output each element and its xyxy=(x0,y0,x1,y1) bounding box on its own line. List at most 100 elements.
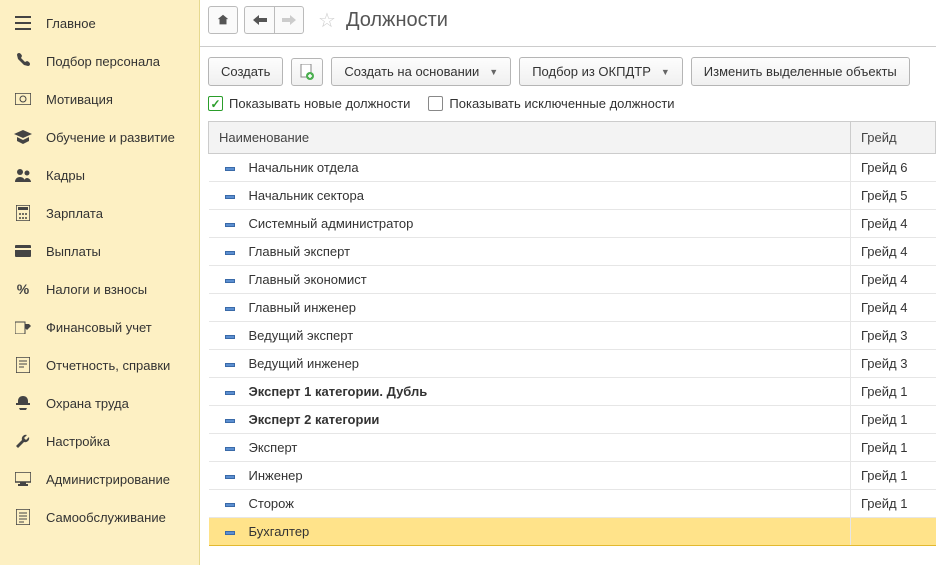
sidebar-item-11[interactable]: Настройка xyxy=(0,422,199,460)
cell-name: Системный администратор xyxy=(209,210,851,238)
table-row[interactable]: Бухгалтер xyxy=(209,518,936,546)
table-row[interactable]: Ведущий эксперт Грейд 3 xyxy=(209,322,936,350)
positions-table-wrap: Наименование Грейд Начальник отдела Грей… xyxy=(208,121,936,565)
sidebar-item-5[interactable]: Зарплата xyxy=(0,194,199,232)
sidebar-item-label: Подбор персонала xyxy=(46,54,185,69)
show-new-checkbox[interactable]: Показывать новые должности xyxy=(208,96,410,111)
sidebar-item-label: Финансовый учет xyxy=(46,320,185,335)
sidebar-item-2[interactable]: Мотивация xyxy=(0,80,199,118)
create-based-button[interactable]: Создать на основании ▼ xyxy=(331,57,511,86)
row-marker-icon xyxy=(225,307,235,311)
cell-grade: Грейд 6 xyxy=(851,154,936,182)
row-marker-icon xyxy=(225,335,235,339)
cell-grade: Грейд 1 xyxy=(851,406,936,434)
pick-button[interactable]: Подбор из ОКПДТР ▼ xyxy=(519,57,683,86)
sidebar-item-10[interactable]: Охрана труда xyxy=(0,384,199,422)
admin-icon xyxy=(14,470,32,488)
change-selected-button[interactable]: Изменить выделенные объекты xyxy=(691,57,910,86)
row-marker-icon xyxy=(225,531,235,535)
sidebar-item-13[interactable]: Самообслуживание xyxy=(0,498,199,536)
main-content: ☆ Должности Создать Создать на основании… xyxy=(200,0,936,565)
sidebar-item-4[interactable]: Кадры xyxy=(0,156,199,194)
sidebar-item-6[interactable]: Выплаты xyxy=(0,232,199,270)
cell-name: Сторож xyxy=(209,490,851,518)
cell-name: Бухгалтер xyxy=(209,518,851,546)
safety-icon xyxy=(14,394,32,412)
table-row[interactable]: Эксперт Грейд 1 xyxy=(209,434,936,462)
show-excluded-checkbox[interactable]: Показывать исключенные должности xyxy=(428,96,674,111)
sidebar-item-9[interactable]: Отчетность, справки xyxy=(0,346,199,384)
table-row[interactable]: Главный инженер Грейд 4 xyxy=(209,294,936,322)
back-button[interactable] xyxy=(244,6,274,34)
cell-name: Начальник сектора xyxy=(209,182,851,210)
row-marker-icon xyxy=(225,195,235,199)
cell-grade xyxy=(851,518,936,546)
create-button[interactable]: Создать xyxy=(208,57,283,86)
finance-icon xyxy=(14,318,32,336)
home-button[interactable] xyxy=(208,6,238,34)
nav-buttons xyxy=(244,6,304,34)
checkbox-label: Показывать новые должности xyxy=(229,96,410,111)
table-row[interactable]: Главный экономист Грейд 4 xyxy=(209,266,936,294)
cell-name: Эксперт 1 категории. Дубль xyxy=(209,378,851,406)
cell-name: Начальник отдела xyxy=(209,154,851,182)
report-icon xyxy=(14,356,32,374)
sidebar-item-0[interactable]: Главное xyxy=(0,4,199,42)
cell-grade: Грейд 3 xyxy=(851,350,936,378)
wallet-icon xyxy=(14,242,32,260)
title-bar: ☆ Должности xyxy=(200,0,936,47)
table-row[interactable]: Начальник отдела Грейд 6 xyxy=(209,154,936,182)
sidebar-item-label: Обучение и развитие xyxy=(46,130,185,145)
sidebar-item-3[interactable]: Обучение и развитие xyxy=(0,118,199,156)
sidebar-item-label: Налоги и взносы xyxy=(46,282,185,297)
wrench-icon xyxy=(14,432,32,450)
cell-name: Ведущий инженер xyxy=(209,350,851,378)
cell-grade: Грейд 1 xyxy=(851,434,936,462)
sidebar-item-8[interactable]: Финансовый учет xyxy=(0,308,199,346)
sidebar-item-label: Кадры xyxy=(46,168,185,183)
row-marker-icon xyxy=(225,223,235,227)
table-row[interactable]: Системный администратор Грейд 4 xyxy=(209,210,936,238)
filter-checkboxes: Показывать новые должности Показывать ис… xyxy=(200,96,936,121)
self-icon xyxy=(14,508,32,526)
cell-name: Главный инженер xyxy=(209,294,851,322)
table-row[interactable]: Ведущий инженер Грейд 3 xyxy=(209,350,936,378)
row-marker-icon xyxy=(225,447,235,451)
cell-name: Инженер xyxy=(209,462,851,490)
column-header-name[interactable]: Наименование xyxy=(209,122,851,154)
row-marker-icon xyxy=(225,503,235,507)
sidebar-item-1[interactable]: Подбор персонала xyxy=(0,42,199,80)
sidebar-item-12[interactable]: Администрирование xyxy=(0,460,199,498)
checkbox-icon xyxy=(428,96,443,111)
cell-name: Эксперт xyxy=(209,434,851,462)
favorite-icon[interactable]: ☆ xyxy=(318,8,336,33)
row-marker-icon xyxy=(225,419,235,423)
cell-grade: Грейд 5 xyxy=(851,182,936,210)
create-copy-button[interactable] xyxy=(291,58,323,86)
cell-name: Главный экономист xyxy=(209,266,851,294)
table-row[interactable]: Инженер Грейд 1 xyxy=(209,462,936,490)
column-header-grade[interactable]: Грейд xyxy=(851,122,936,154)
cell-grade: Грейд 1 xyxy=(851,378,936,406)
sidebar-item-7[interactable]: % Налоги и взносы xyxy=(0,270,199,308)
sidebar-item-label: Администрирование xyxy=(46,472,185,487)
sidebar-item-label: Главное xyxy=(46,16,185,31)
chevron-down-icon: ▼ xyxy=(661,67,670,77)
cell-grade: Грейд 4 xyxy=(851,238,936,266)
row-marker-icon xyxy=(225,167,235,171)
grad-icon xyxy=(14,128,32,146)
document-plus-icon xyxy=(300,64,314,80)
forward-button[interactable] xyxy=(274,6,304,34)
table-row[interactable]: Эксперт 2 категории Грейд 1 xyxy=(209,406,936,434)
row-marker-icon xyxy=(225,363,235,367)
arrow-right-icon xyxy=(282,15,296,25)
table-row[interactable]: Начальник сектора Грейд 5 xyxy=(209,182,936,210)
table-row[interactable]: Сторож Грейд 1 xyxy=(209,490,936,518)
row-marker-icon xyxy=(225,391,235,395)
cell-name: Ведущий эксперт xyxy=(209,322,851,350)
table-row[interactable]: Эксперт 1 категории. Дубль Грейд 1 xyxy=(209,378,936,406)
cell-grade: Грейд 1 xyxy=(851,462,936,490)
table-row[interactable]: Главный эксперт Грейд 4 xyxy=(209,238,936,266)
cell-name: Главный эксперт xyxy=(209,238,851,266)
sidebar-item-label: Зарплата xyxy=(46,206,185,221)
